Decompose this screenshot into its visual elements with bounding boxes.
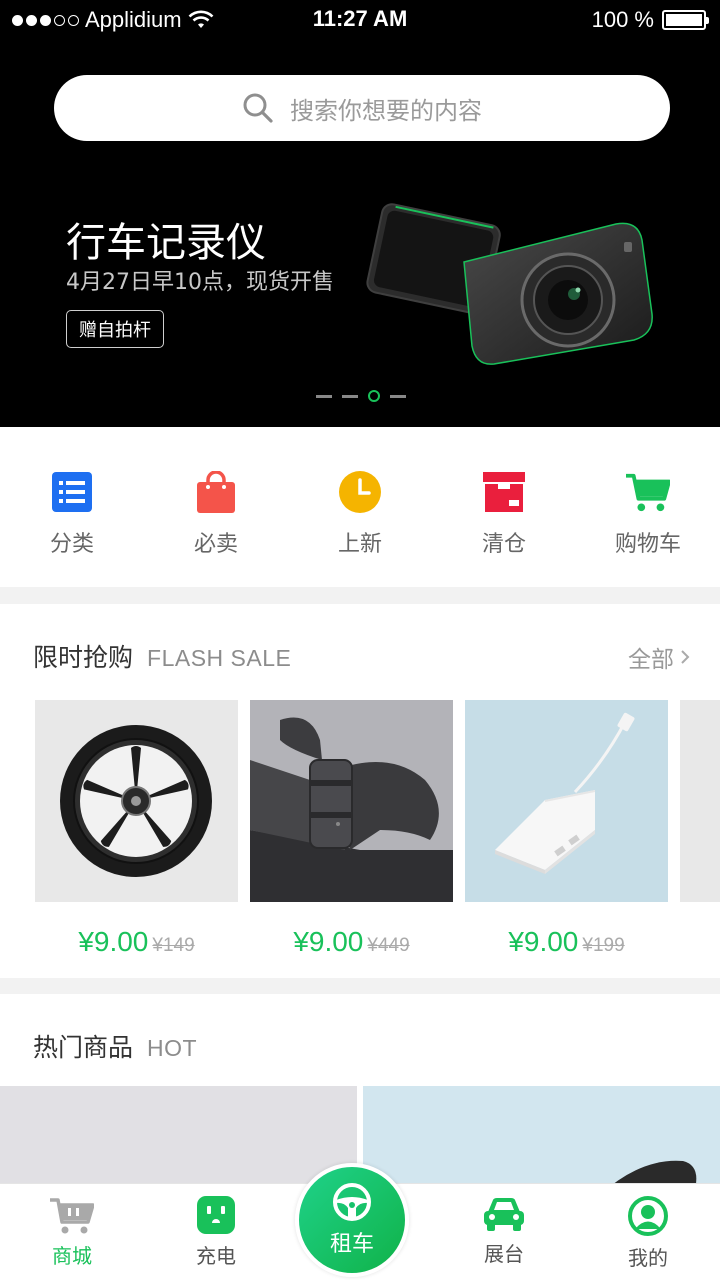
steering-wheel-icon: [333, 1183, 371, 1221]
banner-indicators: [316, 390, 406, 402]
tab-mall[interactable]: 商城: [0, 1184, 144, 1280]
flash-sale-title: 限时抢购: [33, 643, 134, 672]
battery-status: 100 %: [591, 7, 709, 33]
flash-sale-section: 限时抢购 FLASH SALE 全部 ¥9.00 ¥149 ¥9.00 ¥449…: [0, 604, 720, 978]
box-icon: [482, 470, 526, 514]
flash-sale-header: 限时抢购 FLASH SALE: [33, 638, 291, 674]
category-item-clearance[interactable]: 清仓: [432, 427, 576, 587]
current-price: ¥9.00: [508, 926, 579, 957]
current-price: ¥9.00: [293, 926, 364, 957]
hot-header: 热门商品 HOT: [33, 1028, 197, 1064]
search-placeholder[interactable]: 搜索你想要的内容: [290, 91, 482, 126]
category-label: 清仓: [481, 532, 526, 557]
search-bar[interactable]: 搜索你想要的内容: [54, 75, 670, 141]
adapter-image: [465, 700, 668, 902]
product-price: ¥9.00 ¥199: [465, 926, 668, 958]
product-card-peek[interactable]: [680, 700, 720, 902]
original-price: ¥449: [367, 935, 410, 956]
product-card[interactable]: ¥9.00 ¥199: [465, 700, 668, 958]
hot-title: 热门商品: [33, 1033, 134, 1062]
category-label: 分类: [49, 532, 94, 557]
category-label: 上新: [337, 532, 382, 557]
tab-label: 展台: [484, 1242, 524, 1266]
car-seat-image: [250, 700, 453, 902]
original-price: ¥199: [582, 935, 625, 956]
status-bar: Applidium 11:27 AM 100 %: [0, 0, 720, 44]
tab-label: 我的: [628, 1246, 668, 1270]
dash-camera-image: [366, 203, 653, 365]
battery-icon: [662, 10, 709, 30]
current-price: ¥9.00: [78, 926, 149, 957]
view-all-label[interactable]: 全部: [628, 640, 674, 674]
banner-indicator-active[interactable]: [368, 390, 380, 402]
category-item-must-sell[interactable]: 必卖: [144, 427, 288, 587]
product-price: ¥9.00 ¥449: [250, 926, 453, 958]
car-icon: [484, 1198, 524, 1231]
category-row: 分类 必卖 上新 清仓 购物车: [0, 427, 720, 587]
banner-title: 行车记录仪: [66, 220, 266, 266]
tab-showroom[interactable]: 展台: [432, 1184, 576, 1280]
search-icon: [243, 93, 273, 123]
banner-tag: 赠自拍杆: [66, 310, 164, 348]
clock-icon: [338, 470, 382, 514]
cart-icon: [626, 470, 670, 514]
category-item-classify[interactable]: 分类: [0, 427, 144, 587]
banner-subtitle: 4月27日早10点，现货开售: [66, 270, 334, 295]
product-card[interactable]: ¥9.00 ¥149: [35, 700, 238, 958]
view-all-link[interactable]: 全部: [628, 640, 690, 674]
list-icon: [50, 470, 94, 514]
flash-sale-subtitle: FLASH SALE: [147, 645, 292, 671]
category-label: 购物车: [614, 532, 681, 557]
promo-banner[interactable]: 搜索你想要的内容 行车记录仪 4月27日早10点，现货开售 赠自拍杆: [0, 44, 720, 427]
user-icon: [628, 1196, 668, 1236]
rent-car-label[interactable]: 租车: [330, 1226, 374, 1258]
cart-icon: [50, 1198, 94, 1234]
category-label: 必卖: [193, 532, 238, 557]
flash-sale-products: ¥9.00 ¥149 ¥9.00 ¥449 ¥9.00 ¥199: [35, 700, 720, 958]
tab-profile[interactable]: 我的: [576, 1184, 720, 1280]
product-price: ¥9.00 ¥149: [35, 926, 238, 958]
banner-indicator[interactable]: [342, 394, 358, 398]
tab-label: 充电: [196, 1244, 236, 1268]
hot-subtitle: HOT: [147, 1035, 198, 1061]
rent-car-button[interactable]: 租车: [295, 1163, 409, 1277]
socket-icon: [197, 1196, 235, 1234]
battery-percent: 100 %: [591, 7, 654, 32]
product-card[interactable]: ¥9.00 ¥449: [250, 700, 453, 958]
category-item-cart[interactable]: 购物车: [576, 427, 720, 587]
original-price: ¥149: [152, 935, 195, 956]
chevron-right-icon: [681, 650, 690, 664]
banner-indicator[interactable]: [390, 394, 406, 398]
tab-charging[interactable]: 充电: [144, 1184, 288, 1280]
tab-label: 商城: [52, 1244, 92, 1268]
shopping-bag-icon: [194, 470, 238, 514]
wheel-image: [35, 700, 238, 902]
category-item-new[interactable]: 上新: [288, 427, 432, 587]
banner-indicator[interactable]: [316, 394, 332, 398]
